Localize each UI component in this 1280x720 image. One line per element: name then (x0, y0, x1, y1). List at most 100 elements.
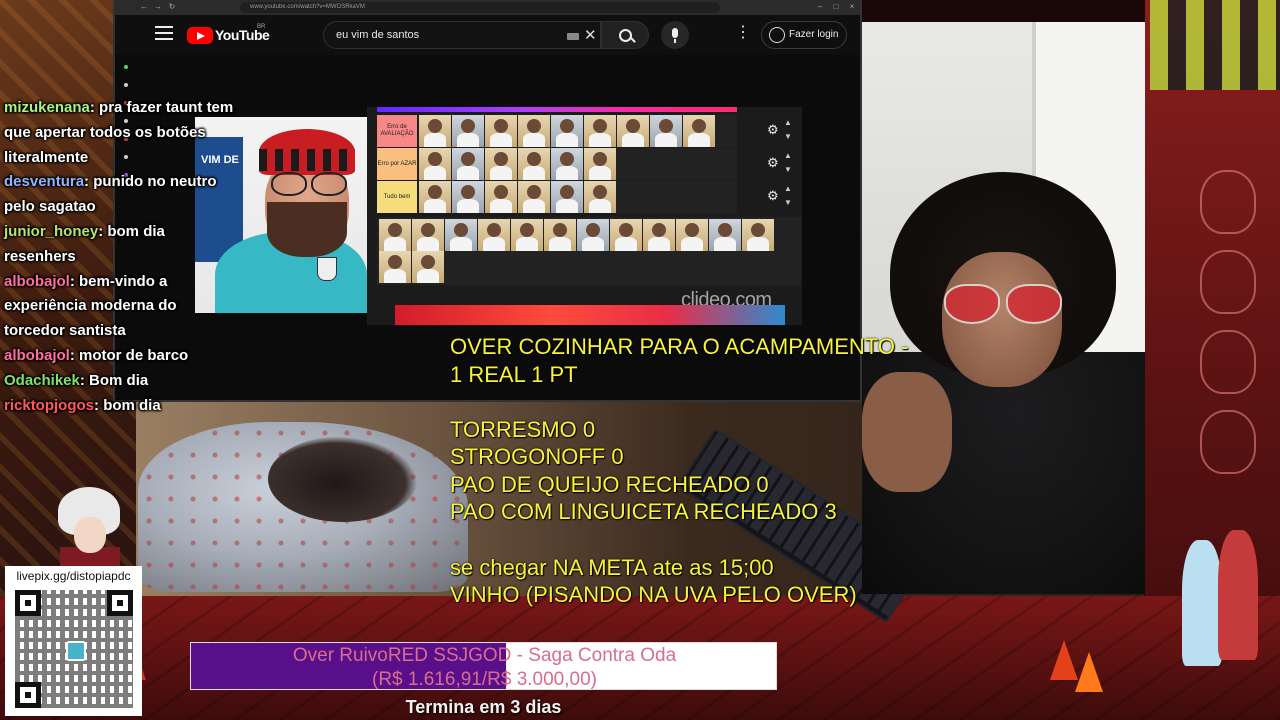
player-card[interactable] (452, 115, 484, 147)
chat-text: punido no neutro (93, 173, 217, 191)
youtube-logo-icon[interactable] (187, 27, 213, 44)
chat-text: experiência moderna do (4, 297, 177, 315)
minimize-icon[interactable]: – (815, 2, 825, 12)
hamburger-menu-icon[interactable] (155, 26, 173, 40)
player-card[interactable] (709, 219, 741, 251)
chat-username[interactable]: albobajol (4, 273, 70, 290)
sleeping-person (268, 436, 418, 522)
sketch-face-decoration (1200, 330, 1256, 394)
search-button[interactable] (601, 21, 649, 49)
tier-row-label[interactable]: Erro por AZAR (377, 148, 417, 180)
account-icon (769, 27, 785, 43)
chat-message: mizukenana: pra fazer taunt tem (4, 99, 234, 116)
player-card[interactable] (544, 219, 576, 251)
overlay-title-line2: 1 REAL 1 PT (450, 362, 578, 387)
player-card[interactable] (445, 219, 477, 251)
player-card[interactable] (610, 219, 642, 251)
player-card[interactable] (452, 148, 484, 180)
forward-icon[interactable]: → (153, 2, 163, 12)
chat-message: resenhers (0, 245, 290, 270)
player-card[interactable] (676, 219, 708, 251)
tier-list-top-bar (377, 107, 737, 112)
gear-icon[interactable]: ⚙ (767, 156, 779, 169)
glasses-lens-right (1006, 284, 1062, 324)
overlay-meta-line1: se chegar NA META ate as 15;00 (450, 555, 774, 580)
ad-banner[interactable] (395, 305, 785, 325)
player-card[interactable] (485, 181, 517, 213)
player-card[interactable] (551, 115, 583, 147)
player-card[interactable] (379, 251, 411, 283)
player-card[interactable] (650, 115, 682, 147)
chat-username[interactable]: desventura (4, 173, 84, 190)
chevron-down-icon[interactable]: ▼ (784, 199, 792, 207)
player-card[interactable] (551, 148, 583, 180)
clear-search-icon[interactable]: ✕ (584, 26, 597, 44)
tier-row-label[interactable]: Erro de AVALIAÇÃO (377, 115, 417, 147)
chat-username[interactable]: albobajol (4, 347, 70, 364)
chat-text: motor de barco (79, 346, 189, 364)
tier-row-controls: ⚙ ▲ ▼ (767, 115, 795, 147)
overlay-item: PAO COM LINGUICETA RECHEADO 3 (450, 499, 837, 524)
chat-username[interactable]: mizukenana (4, 99, 90, 116)
player-card[interactable] (584, 148, 616, 180)
login-button[interactable]: Fazer login (761, 21, 847, 49)
player-card[interactable] (551, 181, 583, 213)
chat-text: torcedor santista (4, 322, 126, 340)
player-card[interactable] (452, 181, 484, 213)
chat-message: desventura: punido no neutro (4, 173, 217, 191)
player-card[interactable] (379, 219, 411, 251)
chat-message: albobajol: bem-vindo a (4, 272, 168, 290)
tier-row-label[interactable]: Tudo bem (377, 181, 417, 213)
back-icon[interactable]: ← (139, 2, 149, 12)
streamer-webcam (862, 22, 1145, 594)
maximize-icon[interactable]: □ (831, 2, 841, 12)
player-card[interactable] (478, 219, 510, 251)
player-card[interactable] (683, 115, 715, 147)
player-card[interactable] (412, 219, 444, 251)
reload-icon[interactable]: ↻ (167, 2, 177, 12)
player-card[interactable] (511, 219, 543, 251)
close-window-icon[interactable]: × (847, 2, 857, 12)
chat-username[interactable]: Odachikek (4, 372, 80, 389)
sketch-face-decoration (1200, 170, 1256, 234)
player-card[interactable] (419, 115, 451, 147)
qr-code-card: livepix.gg/distopiapdc (5, 566, 142, 716)
player-card[interactable] (577, 219, 609, 251)
anime-character-art (40, 487, 140, 572)
player-card[interactable] (412, 251, 444, 283)
chevron-up-icon[interactable]: ▲ (784, 152, 792, 160)
chat-message: que apertar todos os botões (0, 121, 290, 146)
chat-text: bom dia (103, 396, 161, 414)
address-bar[interactable]: www.youtube.com/watch?v=MWOSRkaVM (240, 2, 720, 13)
tier-row-controls: ⚙ ▲ ▼ (767, 148, 795, 180)
tier-row: Tudo bem (377, 181, 737, 213)
chevron-up-icon[interactable]: ▲ (784, 185, 792, 193)
chevron-up-icon[interactable]: ▲ (784, 119, 792, 127)
gear-icon[interactable]: ⚙ (767, 189, 779, 202)
player-card[interactable] (643, 219, 675, 251)
search-input[interactable]: eu vim de santos ✕ (323, 21, 601, 49)
player-card[interactable] (617, 115, 649, 147)
player-card[interactable] (742, 219, 774, 251)
player-card[interactable] (518, 181, 550, 213)
chevron-down-icon[interactable]: ▼ (784, 166, 792, 174)
player-card[interactable] (419, 148, 451, 180)
more-options-icon[interactable]: ⋮ (735, 25, 751, 41)
goal-title: Over RuivoRED SSJGOD - Saga Contra Oda (292, 645, 677, 666)
player-card[interactable] (518, 148, 550, 180)
player-card[interactable] (584, 115, 616, 147)
gear-icon[interactable]: ⚙ (767, 123, 779, 136)
player-card[interactable] (485, 115, 517, 147)
player-card[interactable] (419, 181, 451, 213)
player-card[interactable] (485, 148, 517, 180)
player-card[interactable] (584, 181, 616, 213)
keyboard-icon[interactable] (567, 33, 579, 40)
chat-username[interactable]: ricktopjogos (4, 397, 94, 414)
chevron-down-icon[interactable]: ▼ (784, 133, 792, 141)
login-label: Fazer login (789, 29, 839, 40)
overlay-item: STROGONOFF 0 (450, 444, 624, 469)
chat-message: experiência moderna do (0, 294, 290, 319)
chat-username[interactable]: junior_honey (4, 223, 98, 240)
voice-search-button[interactable] (661, 21, 689, 49)
player-card[interactable] (518, 115, 550, 147)
